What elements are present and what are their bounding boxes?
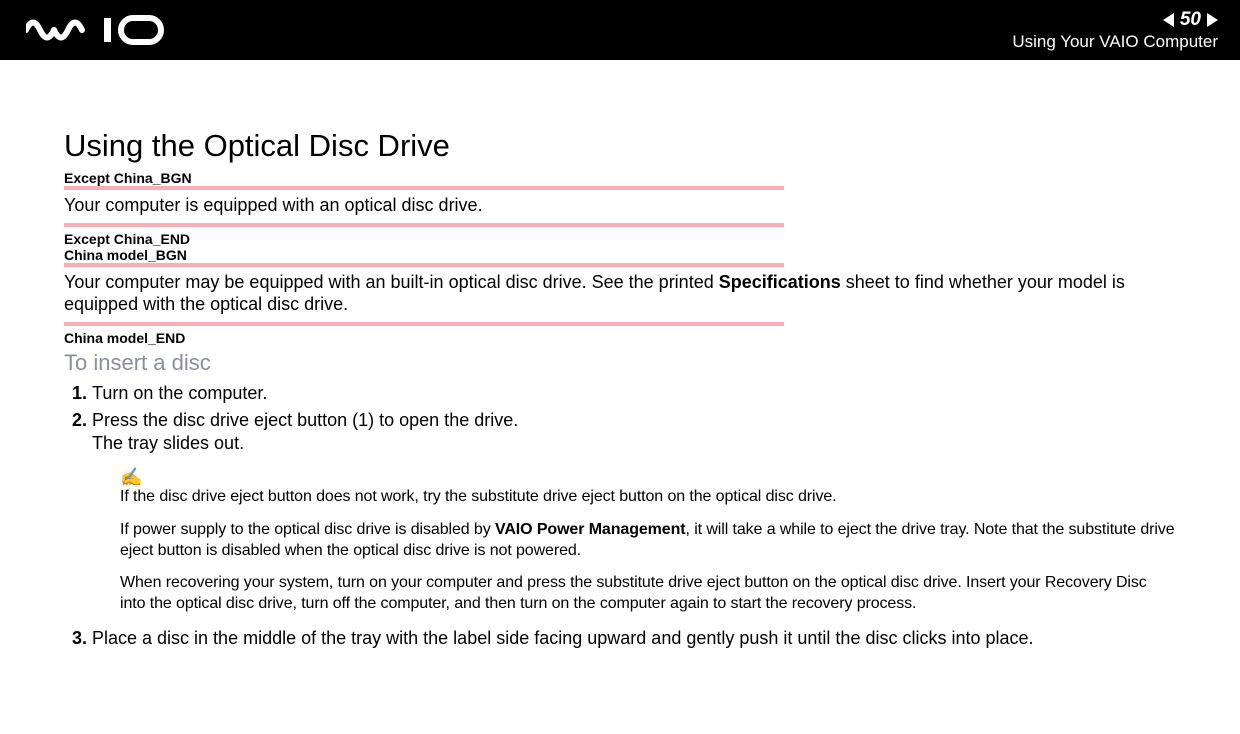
subheading-insert-disc: To insert a disc [64, 350, 1176, 376]
steps-list: Turn on the computer. Press the disc dri… [64, 382, 1176, 651]
marker-rule [64, 223, 784, 227]
step-1: Turn on the computer. [92, 382, 1176, 405]
note-block: ✍ If the disc drive eject button does no… [120, 466, 1176, 615]
step-2-text-a: Press the disc drive eject button (1) to… [92, 410, 518, 430]
marker-china-model-end: China model_END [64, 330, 1176, 346]
next-page-arrow-icon[interactable] [1207, 13, 1218, 27]
vaio-logo [26, 15, 166, 45]
para2-pre: Your computer may be equipped with an bu… [64, 272, 719, 292]
marker-rule [64, 186, 784, 190]
step-3-text: Place a disc in the middle of the tray w… [92, 628, 1034, 648]
prev-page-arrow-icon[interactable] [1163, 13, 1174, 27]
note-1: If the disc drive eject button does not … [120, 487, 1176, 508]
page-content: Using the Optical Disc Drive Except Chin… [0, 60, 1240, 650]
marker-rule [64, 322, 784, 326]
marker-china-model-bgn: China model_BGN [64, 247, 1176, 263]
intro-paragraph-1: Your computer is equipped with an optica… [64, 194, 1176, 217]
marker-rule [64, 263, 784, 267]
marker-except-china-end: Except China_END [64, 231, 1176, 247]
para2-bold: Specifications [719, 272, 841, 292]
step-1-text: Turn on the computer. [92, 383, 267, 403]
note-2-pre: If power supply to the optical disc driv… [120, 521, 495, 538]
page-number: 50 [1180, 9, 1201, 31]
marker-except-china-bgn: Except China_BGN [64, 170, 1176, 186]
intro-paragraph-2: Your computer may be equipped with an bu… [64, 271, 1176, 316]
note-3: When recovering your system, turn on you… [120, 573, 1176, 615]
step-3: Place a disc in the middle of the tray w… [92, 627, 1176, 650]
header-right: 50 Using Your VAIO Computer [1012, 9, 1218, 52]
header-section-title: Using Your VAIO Computer [1012, 32, 1218, 52]
step-2: Press the disc drive eject button (1) to… [92, 409, 1176, 615]
step-2-text-b: The tray slides out. [92, 432, 1176, 455]
note-2-bold: VAIO Power Management [495, 521, 686, 538]
page-header: 50 Using Your VAIO Computer [0, 0, 1240, 60]
note-2: If power supply to the optical disc driv… [120, 520, 1176, 562]
note-icon: ✍ [120, 466, 1176, 489]
page-title: Using the Optical Disc Drive [64, 128, 1176, 164]
